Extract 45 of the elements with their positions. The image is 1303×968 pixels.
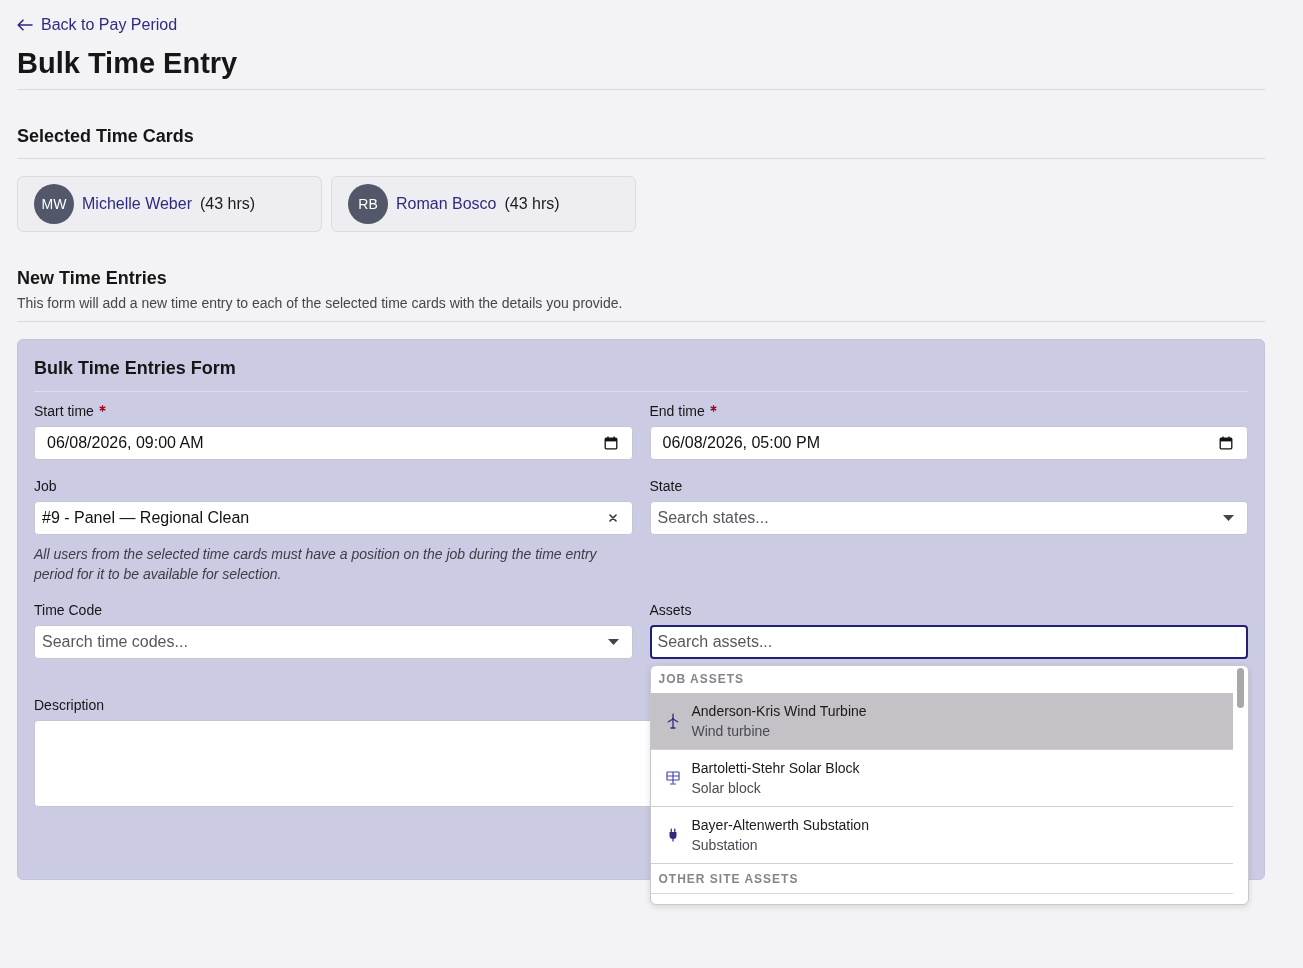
wind-turbine-icon [666, 713, 679, 729]
page-title: Bulk Time Entry [17, 46, 238, 81]
field-label: Time Code [34, 601, 102, 619]
field-label: End time [649, 402, 705, 420]
select-field[interactable]: #9 - Panel — Regional Clean [34, 501, 633, 535]
section-heading: New Time Entries [17, 267, 167, 290]
hours-text: (43 hrs) [199, 194, 256, 214]
clear-icon[interactable] [608, 514, 617, 522]
asset-option[interactable]: Bayer-Altenwerth Substation Substation [650, 807, 1233, 864]
option-title: Anderson-Kris Wind Turbine [691, 702, 867, 721]
field-label: Assets [649, 601, 692, 619]
option-title: Bartoletti-Stehr Solar Block [691, 759, 860, 778]
caret-down-icon[interactable] [1223, 515, 1234, 521]
field-label: Start time [34, 402, 94, 420]
avatar: MW [34, 184, 74, 224]
avatar: RB [348, 184, 388, 224]
asset-option[interactable]: Anderson-Kris Wind Turbine Wind turbine [650, 693, 1233, 750]
field-label: State [649, 477, 683, 495]
calendar-icon[interactable] [1219, 436, 1233, 450]
option-subtitle: Solar block [691, 779, 762, 798]
group-header: OTHER SITE ASSETS [650, 864, 1233, 894]
solar-panel-icon [665, 771, 680, 785]
option-subtitle: Substation [691, 836, 759, 855]
caret-down-icon[interactable] [607, 639, 619, 645]
hours-text: (43 hrs) [504, 194, 560, 214]
group-header: JOB ASSETS [657, 671, 746, 688]
employee-link[interactable]: Roman Bosco [396, 194, 497, 214]
employee-link[interactable]: Michelle Weber [82, 194, 192, 214]
datetime-field[interactable]: 06/08/2026, 09:00 AM [34, 426, 633, 460]
field-label: Description [34, 696, 105, 714]
plug-icon [667, 828, 678, 842]
option-title: Bayer-Altenwerth Substation [691, 816, 869, 835]
option-subtitle: Wind turbine [691, 722, 772, 741]
scrollbar-thumb[interactable] [1237, 668, 1244, 708]
calendar-icon[interactable] [603, 436, 618, 450]
asset-option[interactable]: Bartoletti-Stehr Solar Block Solar block [650, 750, 1233, 807]
field-label: Job [34, 477, 57, 495]
arrow-left-icon [17, 19, 33, 31]
section-heading: Selected Time Cards [17, 125, 194, 148]
section-description: This form will add a new time entry to each of the selected time cards with the details you provide. [17, 294, 623, 313]
field-hint: All users from the selected time cards must have a position on the job during the time entry period for it to be available for selection. [34, 545, 598, 584]
back-link[interactable]: Back to Pay Period [17, 15, 178, 35]
select-field[interactable]: Search assets... [649, 625, 1248, 659]
datetime-field[interactable]: 06/08/2026, 05:00 PM [649, 426, 1248, 460]
form-title: Bulk Time Entries Form [34, 357, 236, 380]
